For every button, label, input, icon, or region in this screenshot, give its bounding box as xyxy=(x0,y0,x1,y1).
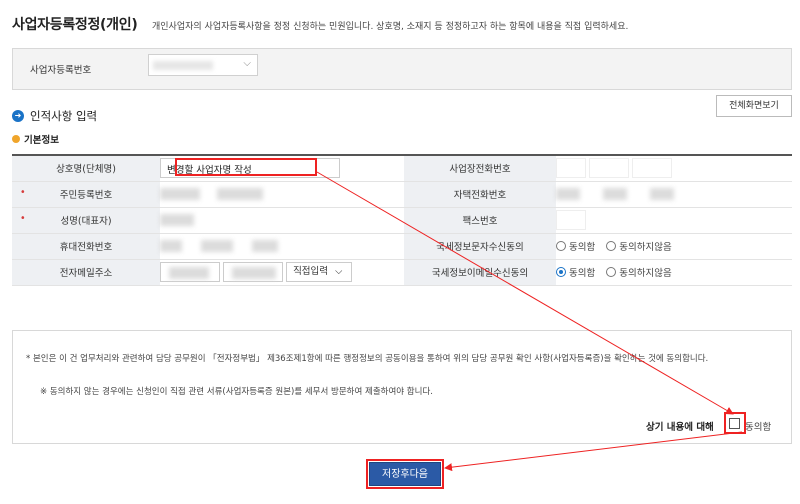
annotation-arrows xyxy=(316,171,743,472)
annotation-arrow xyxy=(444,431,743,472)
annotation-arrow xyxy=(316,171,734,415)
